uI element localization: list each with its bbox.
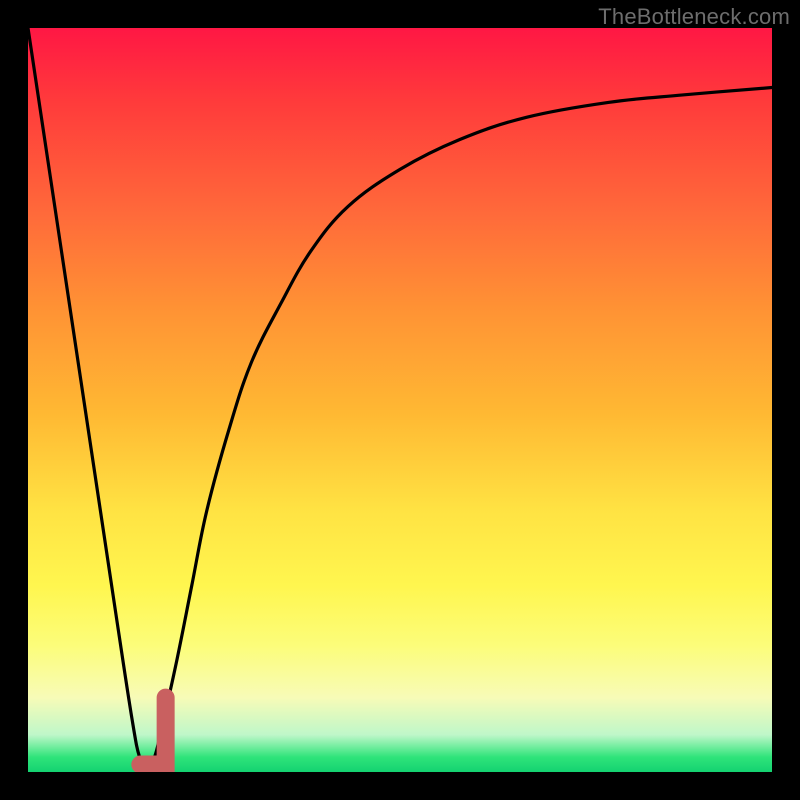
- curve-layer: [28, 28, 772, 772]
- bottleneck-curve: [28, 28, 772, 765]
- highlight-marker: [140, 698, 165, 765]
- watermark-text: TheBottleneck.com: [598, 4, 790, 30]
- chart-frame: TheBottleneck.com: [0, 0, 800, 800]
- plot-area: [28, 28, 772, 772]
